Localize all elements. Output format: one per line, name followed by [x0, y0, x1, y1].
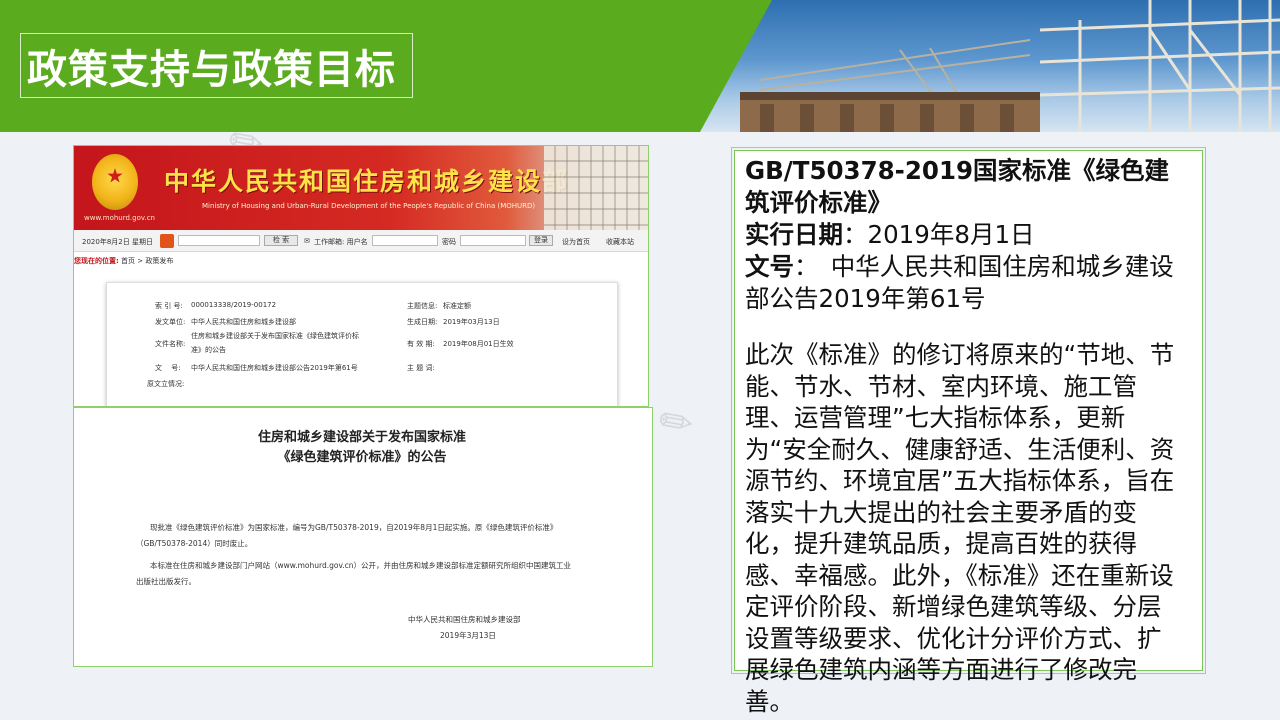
watermark: ✎: [649, 394, 704, 452]
date-label: 实行日期: [745, 220, 843, 249]
breadcrumb-label: 您现在的位置:: [74, 257, 119, 265]
keyword-label: 主 题 词:: [407, 364, 435, 372]
breadcrumb: 您现在的位置: 首页 > 政策发布: [74, 256, 173, 266]
text-panel: GB/T50378-2019国家标准《绿色建筑评价标准》 实行日期：2019年8…: [731, 147, 1206, 716]
building-photo: [544, 146, 648, 230]
banner-subtitle: Ministry of Housing and Urban-Rural Deve…: [202, 202, 536, 210]
notice-date: 2019年3月13日: [440, 631, 496, 640]
filename-label: 文件名称:: [155, 340, 186, 348]
document-info-card: 索 引 号: 000013338/2019-00172 主题信息: 标准定额 发…: [106, 282, 618, 406]
issuer-label: 发文单位:: [155, 318, 186, 326]
password-input[interactable]: [460, 235, 526, 246]
username-input[interactable]: [372, 235, 438, 246]
subject-value: 标准定额: [443, 302, 471, 310]
bookmark-link[interactable]: 收藏本站: [606, 237, 634, 247]
banner-title: 中华人民共和国住房和城乡建设部: [164, 167, 570, 196]
password-label: 密码: [442, 238, 456, 246]
docno-value: 中华人民共和国住房和城乡建设部公告2019年第61号: [191, 364, 358, 372]
implementation-date: 实行日期：2019年8月1日: [745, 219, 1185, 251]
index-value: 000013338/2019-00172: [191, 301, 277, 309]
filename-value-cont: 准》的公告: [191, 346, 226, 354]
search-input[interactable]: [178, 235, 260, 246]
notice-para2: 本标准在住房和城乡建设部门户网站（www.mohurd.gov.cn）公开，并由…: [150, 561, 572, 570]
webpage-screenshot: www.mohurd.gov.cn 中华人民共和国住房和城乡建设部 Minist…: [73, 145, 649, 407]
search-icon[interactable]: [160, 234, 174, 248]
document-image: www.mohurd.gov.cn 中华人民共和国住房和城乡建设部 Minist…: [73, 145, 653, 667]
breadcrumb-path[interactable]: 首页 > 政策发布: [121, 257, 173, 265]
set-home-link[interactable]: 设为首页: [562, 237, 590, 247]
notice-title-line2: 《绿色建筑评价标准》的公告: [277, 450, 447, 465]
docno-label: 文号: [745, 252, 794, 281]
national-emblem-icon: [92, 154, 138, 210]
login-button[interactable]: 登录: [529, 235, 553, 246]
subject-label: 主题信息:: [407, 302, 438, 310]
text-content: GB/T50378-2019国家标准《绿色建筑评价标准》 实行日期：2019年8…: [745, 155, 1185, 717]
date-value: ：2019年8月1日: [843, 220, 1035, 249]
scaffolding-graphic: [740, 0, 1280, 132]
standard-heading: GB/T50378-2019国家标准《绿色建筑评价标准》: [745, 156, 1170, 217]
created-label: 生成日期:: [407, 318, 438, 326]
header-band: 政策支持与政策目标: [0, 0, 1280, 132]
title-box: 政策支持与政策目标: [20, 33, 413, 98]
slide-title: 政策支持与政策目标: [27, 46, 396, 93]
site-url: www.mohurd.gov.cn: [84, 214, 155, 222]
notice-document: 住房和城乡建设部关于发布国家标准 《绿色建筑评价标准》的公告 现批准《绿色建筑评…: [73, 407, 653, 667]
mail-label: 工作邮箱: 用户名: [314, 238, 368, 246]
mohurd-banner: www.mohurd.gov.cn 中华人民共和国住房和城乡建设部 Minist…: [74, 146, 648, 230]
notice-para1-cont: （GB/T50378-2014）同时废止。: [136, 539, 253, 548]
notice-signature: 中华人民共和国住房和城乡建设部: [408, 615, 521, 624]
mail-icon: ✉: [304, 237, 310, 245]
created-value: 2019年03月13日: [443, 318, 500, 326]
filename-value: 住房和城乡建设部关于发布国家标准《绿色建筑评价标: [191, 332, 359, 340]
notice-para2-cont: 出版社出版发行。: [136, 577, 196, 586]
issuer-value: 中华人民共和国住房和城乡建设部: [191, 318, 296, 326]
toolbar-date: 2020年8月2日 星期日: [82, 238, 153, 246]
docno-value: ： 中华人民共和国住房和城乡建设部公告2019年第61号: [745, 252, 1174, 313]
notice-title-line1: 住房和城乡建设部关于发布国家标准: [257, 430, 466, 445]
notice-para1: 现批准《绿色建筑评价标准》为国家标准，编号为GB/T50378-2019，自20…: [150, 523, 558, 532]
status-label: 原文立情况:: [147, 380, 185, 388]
valid-value: 2019年08月01日生效: [443, 340, 514, 348]
valid-label: 有 效 期:: [407, 340, 435, 348]
docno-label: 文 号:: [155, 364, 181, 372]
index-label: 索 引 号:: [155, 302, 183, 310]
document-number: 文号： 中华人民共和国住房和城乡建设部公告2019年第61号: [745, 251, 1185, 315]
body-paragraph: 此次《标准》的修订将原来的“节地、节能、节水、节材、室内环境、施工管理、运营管理…: [745, 340, 1175, 716]
construction-photo: [700, 0, 1280, 132]
search-button[interactable]: 检 索: [264, 235, 298, 246]
site-toolbar: 2020年8月2日 星期日 检 索 ✉ 工作邮箱: 用户名 密码 登录 设为首页…: [74, 230, 648, 252]
